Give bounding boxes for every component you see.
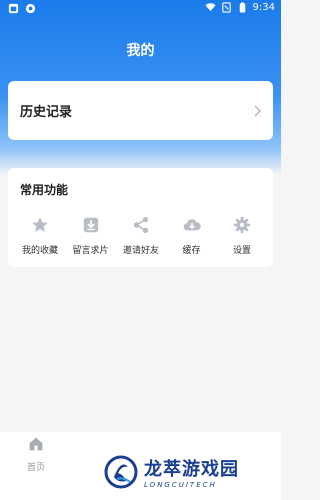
star-icon [32, 217, 48, 232]
status-time: 9:34 [252, 2, 275, 13]
section-title: 常用功能 [20, 183, 69, 197]
function-label: 缓存 [182, 246, 201, 256]
common-functions-card: 常用功能 我的收藏 留言求片 邀请好友 缓存 设置 [8, 168, 273, 267]
tab-home[interactable]: 首页 [22, 436, 50, 474]
function-label: 我的收藏 [21, 246, 58, 256]
function-label: 邀请好友 [122, 246, 159, 256]
history-button[interactable]: 历史记录 [8, 81, 273, 140]
favorites-button[interactable]: 我的收藏 [16, 216, 64, 257]
cloud-download-icon [183, 219, 201, 231]
app-notification-icon [25, 3, 36, 14]
share-icon [133, 216, 149, 234]
sim-icon [221, 2, 231, 13]
function-label: 设置 [232, 246, 251, 256]
cache-button[interactable]: 缓存 [168, 216, 216, 257]
chevron-right-icon [254, 104, 261, 117]
notification-icon [8, 3, 19, 14]
watermark-brand-cn: 龙萃游戏园 [144, 459, 239, 480]
home-icon [29, 437, 43, 451]
page-title: 我的 [126, 43, 155, 59]
gear-icon [233, 216, 251, 234]
function-grid: 我的收藏 留言求片 邀请好友 缓存 设置 [16, 216, 266, 257]
longcui-logo-icon [104, 455, 138, 489]
battery-icon [239, 2, 245, 13]
tab-home-label: 首页 [26, 463, 45, 473]
invite-friends-button[interactable]: 邀请好友 [117, 216, 165, 257]
function-label: 留言求片 [72, 246, 109, 256]
watermark: 龙萃游戏园 LONGCUITECH [104, 452, 274, 492]
request-movie-button[interactable]: 留言求片 [67, 216, 115, 257]
wifi-icon [204, 3, 216, 12]
history-label: 历史记录 [20, 105, 73, 120]
download-box-icon [83, 217, 98, 233]
watermark-brand-en: LONGCUITECH [144, 481, 217, 489]
settings-button[interactable]: 设置 [218, 216, 266, 257]
status-bar: 9:34 [0, 0, 281, 18]
